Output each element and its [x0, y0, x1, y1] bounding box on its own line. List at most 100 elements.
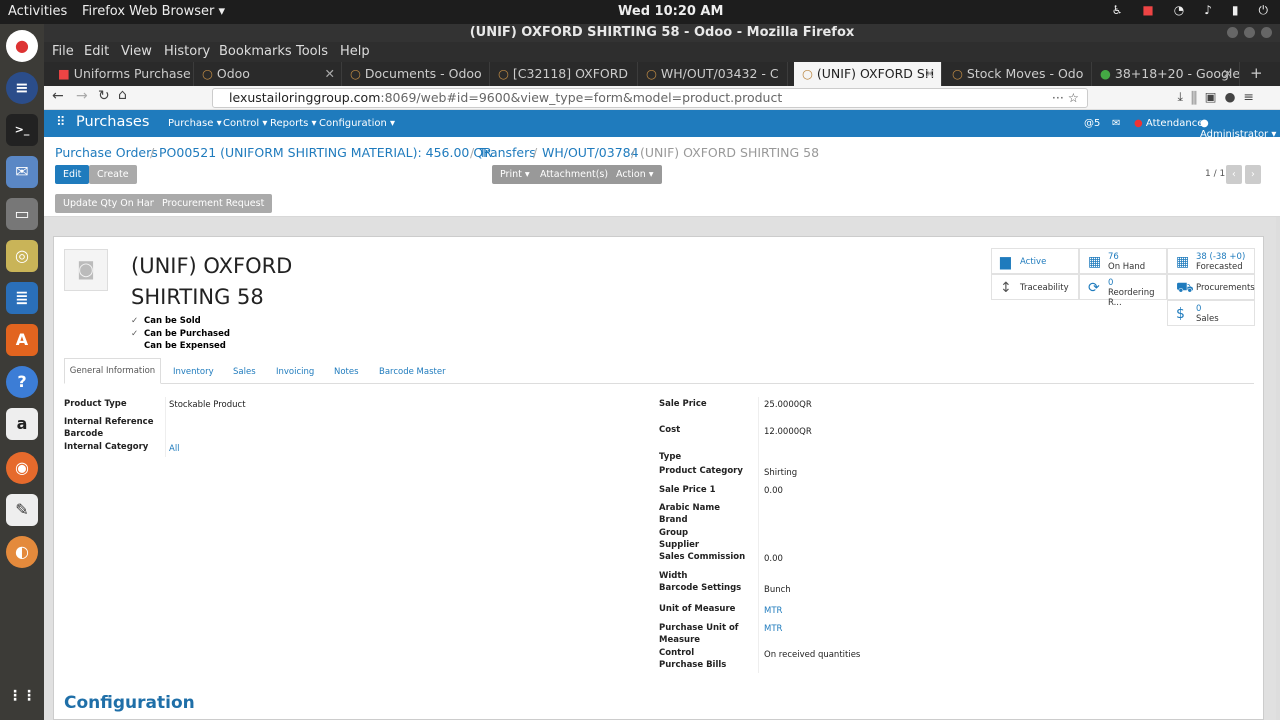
menu-purchase[interactable]: Purchase ▾ — [168, 118, 222, 129]
amazon-icon[interactable]: a — [6, 408, 38, 440]
new-tab-icon[interactable]: + — [1250, 64, 1263, 82]
clock[interactable]: Wed 10:20 AM — [618, 4, 723, 19]
minimize-button[interactable] — [1227, 27, 1238, 38]
breadcrumb-transfers[interactable]: Transfers — [479, 145, 536, 160]
tab-general-information[interactable]: General Information — [64, 358, 161, 384]
edit-button[interactable]: Edit — [55, 165, 90, 184]
page-actions-icon[interactable]: ··· ☆ — [1052, 89, 1079, 107]
tab-sales[interactable]: Sales — [233, 367, 256, 377]
action-button[interactable]: Action ▾ — [608, 165, 662, 184]
field-value-cost[interactable]: 12.0000QR — [764, 427, 812, 437]
tab[interactable]: ○ Stock Moves - Odo — [944, 62, 1092, 86]
close-window-button[interactable] — [1261, 27, 1272, 38]
menu-file[interactable]: File — [52, 44, 74, 59]
can-be-purchased-row[interactable]: ✓ Can be Purchased — [131, 328, 230, 341]
procurement-request-button[interactable]: Procurement Request — [154, 194, 273, 213]
page-scrollbar[interactable] — [1276, 217, 1280, 720]
app-title[interactable]: Purchases — [76, 114, 149, 130]
pager-prev-button[interactable]: ‹ — [1226, 165, 1242, 184]
checkbox-checked-icon[interactable]: ✓ — [131, 328, 141, 341]
tab-active[interactable]: ○ (UNIF) OXFORD SH ✕ — [794, 62, 942, 86]
field-value-control-purchase-bills[interactable]: On received quantities — [764, 650, 860, 660]
close-tab-icon[interactable]: ✕ — [925, 62, 935, 86]
menu-configuration[interactable]: Configuration ▾ — [319, 118, 395, 129]
smart-button-on-hand[interactable]: ▦ 76 On Hand — [1079, 248, 1167, 274]
tab-invoicing[interactable]: Invoicing — [276, 367, 314, 377]
maximize-button[interactable] — [1244, 27, 1255, 38]
tab[interactable]: ■ Uniforms Purchase — [50, 62, 194, 86]
field-value-product-type[interactable]: Stockable Product — [169, 400, 246, 410]
accessibility-icon[interactable]: ♿ — [1112, 3, 1123, 18]
tab-inventory[interactable]: Inventory — [173, 367, 214, 377]
tab[interactable]: ○ Documents - Odoo — [342, 62, 490, 86]
system-tray[interactable]: ♿ ■ ◔ ♪ ▮ ⏻ — [1112, 3, 1268, 18]
menu-help[interactable]: Help — [340, 44, 370, 59]
firefox-icon[interactable]: ◉ — [6, 452, 38, 484]
apps-grid-icon[interactable]: ⋮⋮ — [6, 680, 38, 712]
field-value-sale-price-1[interactable]: 0.00 — [764, 486, 783, 496]
checkbox-checked-icon[interactable]: ✓ — [131, 315, 141, 328]
can-be-expensed-row[interactable]: Can be Expensed — [131, 340, 230, 353]
disk-icon[interactable]: ▭ — [6, 198, 38, 230]
chat-icon[interactable]: ✉ — [1112, 118, 1120, 129]
home-icon[interactable]: ⌂ — [118, 87, 127, 103]
url-bar[interactable]: lexustailoringgroup.com:8069/web#id=9600… — [212, 88, 1088, 108]
field-value-sale-price[interactable]: 25.0000QR — [764, 400, 812, 410]
blender-icon[interactable]: ◐ — [6, 536, 38, 568]
field-value-unit-of-measure[interactable]: MTR — [764, 606, 782, 616]
field-value-internal-category[interactable]: All — [169, 444, 180, 454]
menu-view[interactable]: View — [121, 44, 152, 59]
smart-button-forecasted[interactable]: ▦ 38 (-38 +0) Forecasted — [1167, 248, 1255, 274]
smart-button-active[interactable]: ▆ Active — [991, 248, 1079, 274]
menu-history[interactable]: History — [164, 44, 210, 59]
messages-button[interactable]: @5 — [1084, 118, 1100, 129]
close-tab-icon[interactable]: ✕ — [1223, 62, 1233, 86]
writer-icon[interactable]: ≣ — [6, 282, 38, 314]
chrome-icon[interactable]: ● — [6, 30, 38, 62]
reload-icon[interactable]: ↻ — [98, 88, 110, 104]
menu-edit[interactable]: Edit — [84, 44, 109, 59]
menu-tools[interactable]: Tools — [296, 44, 328, 59]
breadcrumb-po[interactable]: PO00521 (UNIFORM SHIRTING MATERIAL): 456… — [159, 145, 492, 160]
software-center-icon[interactable]: A — [6, 324, 38, 356]
create-button[interactable]: Create — [89, 165, 137, 184]
back-icon[interactable]: ← — [52, 88, 64, 104]
field-value-purchase-uom[interactable]: MTR — [764, 624, 782, 634]
spotlight-icon[interactable]: ≡ — [6, 72, 38, 104]
app-menu[interactable]: Firefox Web Browser ▾ — [82, 4, 225, 19]
tab[interactable]: ○ Odoo ✕ — [194, 62, 342, 86]
tab-barcode-master[interactable]: Barcode Master — [379, 367, 446, 377]
forward-icon[interactable]: → — [76, 88, 88, 104]
smart-button-procurements[interactable]: ⛟ Procurements — [1167, 274, 1255, 300]
field-value-product-category[interactable]: Shirting — [764, 468, 797, 478]
pager-next-button[interactable]: › — [1245, 165, 1261, 184]
apps-menu-icon[interactable]: ⠿ — [56, 115, 66, 130]
mail-icon[interactable]: ✉ — [6, 156, 38, 188]
speaker-icon[interactable]: ◎ — [6, 240, 38, 272]
print-button[interactable]: Print ▾ — [492, 165, 538, 184]
field-value-barcode-settings[interactable]: Bunch — [764, 585, 791, 595]
menu-bookmarks[interactable]: Bookmarks — [219, 44, 292, 59]
activities-button[interactable]: Activities — [8, 4, 67, 19]
tab-notes[interactable]: Notes — [334, 367, 359, 377]
smart-button-reordering[interactable]: ⟳ 0 Reordering R... — [1079, 274, 1167, 308]
smart-button-sales[interactable]: $0 Sales — [1167, 300, 1255, 326]
text-editor-icon[interactable]: ✎ — [6, 494, 38, 526]
tab[interactable]: ● 38+18+20 - Google ✕ — [1092, 62, 1240, 86]
update-qty-button[interactable]: Update Qty On Hand — [55, 194, 170, 213]
breadcrumb-purchase-orders[interactable]: Purchase Orders — [55, 145, 158, 160]
menu-control[interactable]: Control ▾ — [223, 118, 267, 129]
product-image-placeholder[interactable]: ◙ — [64, 249, 108, 291]
terminal-icon[interactable]: >_ — [6, 114, 38, 146]
field-value-sales-commission[interactable]: 0.00 — [764, 554, 783, 564]
attendance-button[interactable]: ● Attendance — [1134, 118, 1203, 129]
smart-button-traceability[interactable]: ↕ Traceability — [991, 274, 1079, 300]
help-icon[interactable]: ? — [6, 366, 38, 398]
tab[interactable]: ○ WH/OUT/03432 - C — [638, 62, 788, 86]
close-tab-icon[interactable]: ✕ — [325, 62, 335, 86]
tab[interactable]: ○ [C32118] OXFORD — [490, 62, 638, 86]
menu-reports[interactable]: Reports ▾ — [270, 118, 317, 129]
can-be-sold-row[interactable]: ✓ Can be Sold — [131, 315, 230, 328]
breadcrumb-transfer[interactable]: WH/OUT/03784 — [542, 145, 639, 160]
toolbar-icons[interactable]: ⤓⫼▣●≡ — [1178, 89, 1262, 105]
